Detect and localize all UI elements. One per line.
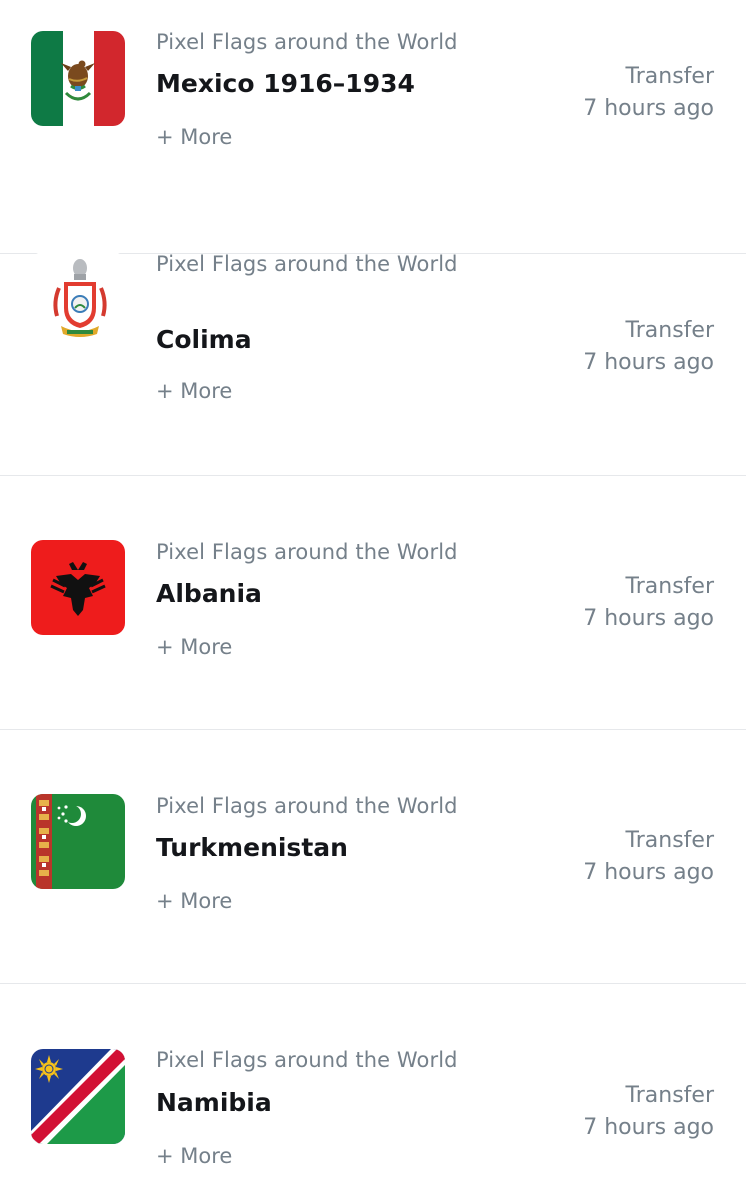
event-type: Transfer — [625, 318, 714, 343]
activity-row[interactable]: Pixel Flags around the World Namibia + M… — [0, 984, 746, 1200]
event-time: 7 hours ago — [583, 350, 714, 375]
namibia-flag-icon[interactable] — [31, 1049, 125, 1144]
item-title[interactable]: Turkmenistan — [156, 833, 348, 862]
collection-name[interactable]: Pixel Flags around the World — [156, 1048, 458, 1072]
turkmenistan-flag-icon[interactable] — [31, 794, 125, 889]
activity-row[interactable]: Pixel Flags around the World Colima + Mo… — [0, 222, 746, 476]
event-type: Transfer — [625, 828, 714, 853]
event-type: Transfer — [625, 1083, 714, 1108]
event-time: 7 hours ago — [583, 860, 714, 885]
collection-name[interactable]: Pixel Flags around the World — [156, 540, 458, 564]
more-link[interactable]: + More — [156, 635, 232, 659]
collection-name[interactable]: Pixel Flags around the World — [156, 252, 458, 276]
item-title[interactable]: Colima — [156, 325, 252, 354]
more-link[interactable]: + More — [156, 125, 232, 149]
item-title[interactable]: Mexico 1916–1934 — [156, 69, 415, 98]
mexico-1916-flag-icon[interactable] — [31, 31, 125, 126]
activity-row[interactable]: Pixel Flags around the World Mexico 1916… — [0, 0, 746, 254]
event-type: Transfer — [625, 574, 714, 599]
collection-name[interactable]: Pixel Flags around the World — [156, 794, 458, 818]
activity-list: Pixel Flags around the World Mexico 1916… — [0, 0, 746, 1200]
albania-flag-icon[interactable] — [31, 540, 125, 635]
more-link[interactable]: + More — [156, 1144, 232, 1168]
more-link[interactable]: + More — [156, 889, 232, 913]
item-title[interactable]: Albania — [156, 579, 262, 608]
collection-name[interactable]: Pixel Flags around the World — [156, 30, 458, 54]
activity-row[interactable]: Pixel Flags around the World Turkmenista… — [0, 730, 746, 984]
item-title[interactable]: Namibia — [156, 1088, 272, 1117]
event-time: 7 hours ago — [583, 1115, 714, 1140]
activity-row[interactable]: Pixel Flags around the World Albania + M… — [0, 476, 746, 730]
event-time: 7 hours ago — [583, 96, 714, 121]
event-time: 7 hours ago — [583, 606, 714, 631]
event-type: Transfer — [625, 64, 714, 89]
more-link[interactable]: + More — [156, 379, 232, 403]
colima-coat-of-arms-icon[interactable] — [31, 252, 125, 347]
